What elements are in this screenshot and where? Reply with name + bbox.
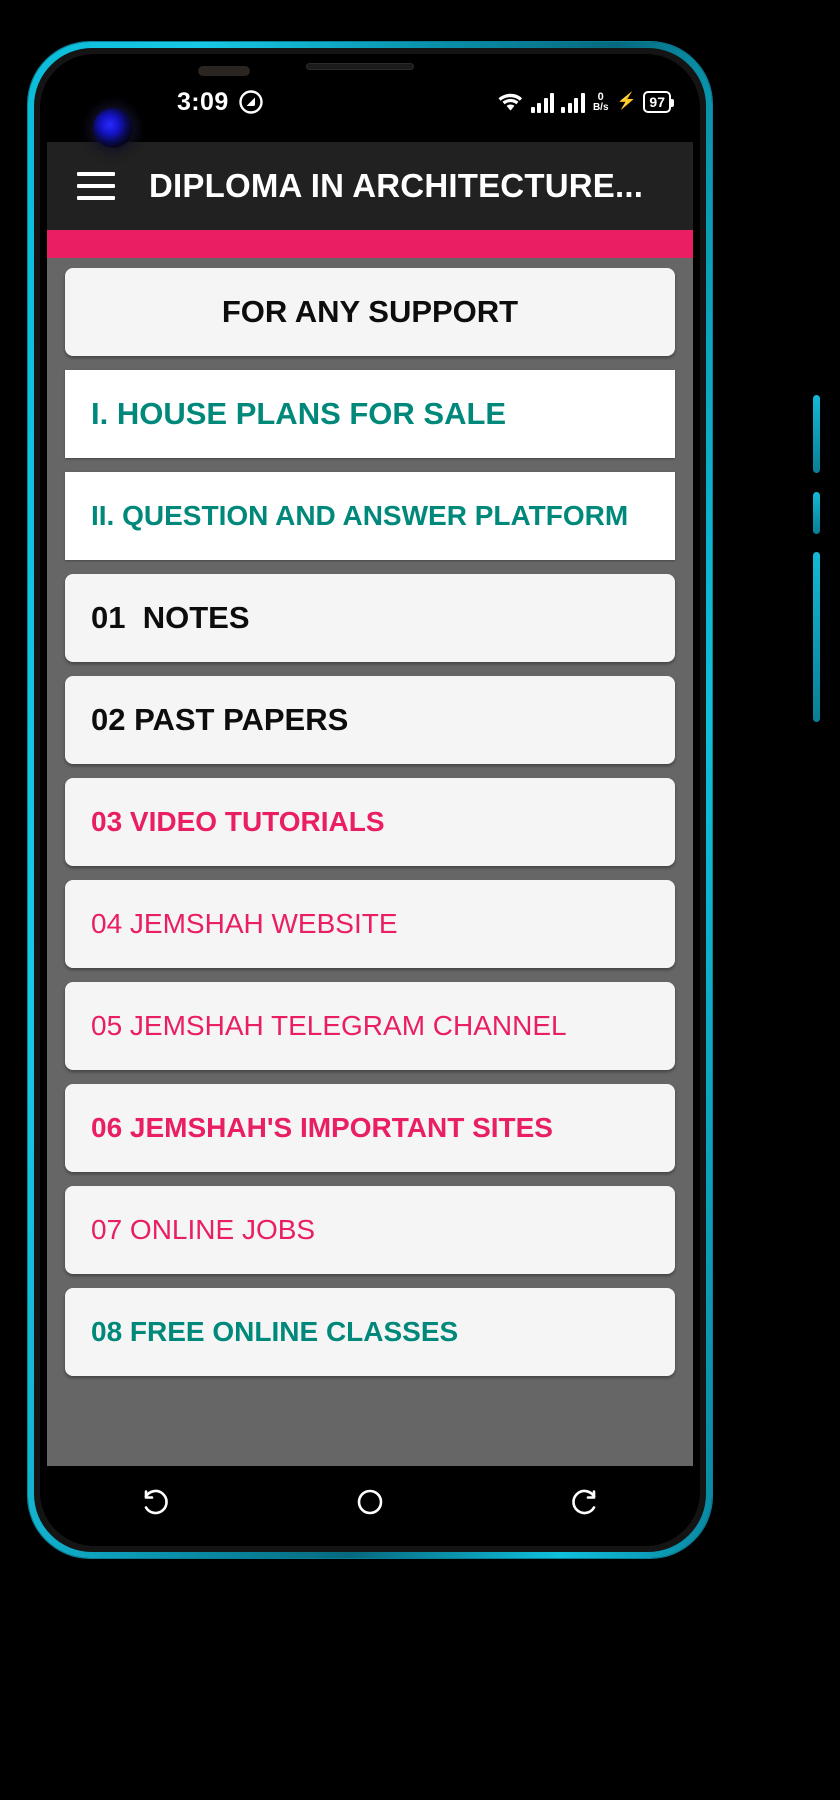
recents-icon[interactable]: [132, 1479, 178, 1525]
app-bar: DIPLOMA IN ARCHITECTURE...: [47, 142, 693, 230]
signal-bars-sim2-icon: [561, 91, 585, 113]
phone-screen: 3:09 0 B/s ⚡ 97 DIPLOMA IN ARCHITECTURE.…: [47, 62, 693, 1538]
status-bar-right: 0 B/s ⚡ 97: [497, 62, 674, 142]
list-item-07-online-jobs[interactable]: 07 ONLINE JOBS: [65, 1186, 675, 1274]
wifi-icon: [497, 91, 524, 113]
list-item-label: 05 JEMSHAH TELEGRAM CHANNEL: [91, 1010, 567, 1042]
status-bar: 3:09 0 B/s ⚡ 97: [47, 62, 693, 142]
android-navigation-bar: [47, 1466, 693, 1538]
list-item-08-free-online-classes[interactable]: 08 FREE ONLINE CLASSES: [65, 1288, 675, 1376]
battery-indicator: 97: [643, 91, 674, 113]
menu-list[interactable]: FOR ANY SUPPORT I. HOUSE PLANS FOR SALE II…: [47, 258, 693, 1466]
list-item-label: 07 ONLINE JOBS: [91, 1214, 316, 1246]
list-item-05-jemshah-telegram-channel[interactable]: 05 JEMSHAH TELEGRAM CHANNEL: [65, 982, 675, 1070]
power-button[interactable]: [813, 552, 820, 722]
list-item-06-jemshahs-important-sites[interactable]: 06 JEMSHAH'S IMPORTANT SITES: [65, 1084, 675, 1172]
list-item-03-video-tutorials[interactable]: 03 VIDEO TUTORIALS: [65, 778, 675, 866]
network-speed-unit: B/s: [592, 101, 609, 113]
list-item-01-notes[interactable]: 01 NOTES: [65, 574, 675, 662]
list-item-04-jemshah-website[interactable]: 04 JEMSHAH WEBSITE: [65, 880, 675, 968]
list-item-label: 04 JEMSHAH WEBSITE: [91, 908, 398, 940]
front-camera: [93, 108, 133, 148]
signal-bars-sim1-icon: [530, 91, 555, 113]
page-title: DIPLOMA IN ARCHITECTURE...: [149, 167, 644, 204]
list-item-for-any-support[interactable]: FOR ANY SUPPORT: [65, 268, 675, 356]
hamburger-menu-icon[interactable]: [77, 172, 115, 200]
list-item-02-past-papers[interactable]: 02 PAST PAPERS: [65, 676, 675, 764]
quick-capture-badge-icon: [238, 89, 264, 115]
volume-down-button[interactable]: [813, 492, 820, 534]
list-item-label: II. QUESTION AND ANSWER PLATFORM: [91, 500, 629, 532]
list-item-label: 02 PAST PAPERS: [91, 701, 349, 737]
volume-up-button[interactable]: [813, 395, 820, 473]
network-speed-value: 0: [597, 90, 604, 103]
earpiece-slit: [306, 63, 414, 70]
list-item-question-and-answer-platform[interactable]: II. QUESTION AND ANSWER PLATFORM: [65, 472, 675, 560]
list-item-label: I. HOUSE PLANS FOR SALE: [91, 395, 507, 431]
speaker-mesh: [198, 66, 250, 76]
status-bar-clock: 3:09: [177, 87, 229, 116]
list-item-label: FOR ANY SUPPORT: [221, 293, 519, 329]
list-item-label: 06 JEMSHAH'S IMPORTANT SITES: [91, 1112, 553, 1144]
list-item-house-plans-for-sale[interactable]: I. HOUSE PLANS FOR SALE: [65, 370, 675, 458]
list-item-label: 03 VIDEO TUTORIALS: [91, 806, 385, 838]
list-item-label: 01 NOTES: [91, 599, 250, 635]
quick-capture-icon: [142, 89, 168, 115]
list-item-label: 08 FREE ONLINE CLASSES: [91, 1316, 459, 1348]
screenshot-root: 3:09 0 B/s ⚡ 97 DIPLOMA IN ARCHITECTURE.…: [0, 0, 840, 1800]
network-speed-indicator: 0 B/s: [592, 90, 609, 113]
charging-bolt-icon: ⚡: [616, 93, 637, 110]
back-icon[interactable]: [562, 1479, 608, 1525]
home-icon[interactable]: [347, 1479, 393, 1525]
accent-strip: [47, 230, 693, 258]
